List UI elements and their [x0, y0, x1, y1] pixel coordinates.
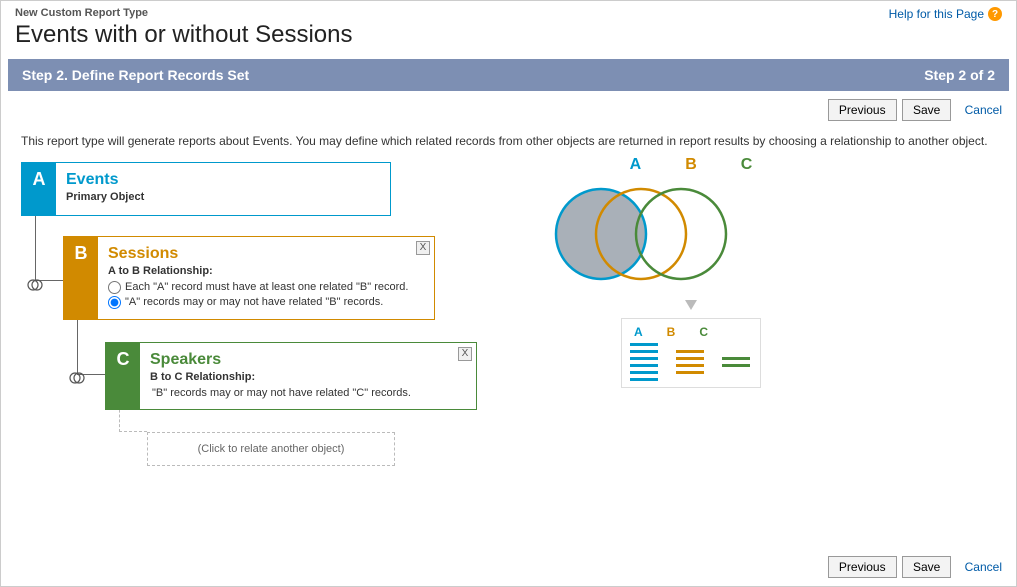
step-title: Step 2. Define Report Records Set [22, 67, 249, 83]
result-box: A B C [621, 318, 761, 388]
page-title: Events with or without Sessions [15, 21, 1002, 49]
box-b-sub: A to B Relationship: [108, 265, 424, 277]
box-c-title: Speakers [150, 351, 466, 369]
radio-b-each[interactable] [108, 281, 121, 294]
venn-label-b: B [685, 156, 697, 174]
object-box-c: C Speakers B to C Relationship: "B" reco… [105, 342, 477, 410]
venn-svg [541, 174, 741, 294]
help-link[interactable]: Help for this Page ? [889, 7, 1002, 21]
result-head-b: B [667, 325, 676, 339]
save-button-bottom[interactable]: Save [902, 556, 951, 578]
box-a-title: Events [66, 171, 380, 189]
venn-label-a: A [630, 156, 642, 174]
result-head-a: A [634, 325, 643, 339]
venn-label-c: C [741, 156, 753, 174]
intro-text: This report type will generate reports a… [1, 129, 1016, 162]
box-b-title: Sessions [108, 245, 424, 263]
help-icon: ? [988, 7, 1002, 21]
box-b-label: B [64, 237, 98, 319]
breadcrumb: New Custom Report Type [15, 7, 1002, 19]
close-box-b[interactable]: X [416, 241, 430, 255]
object-box-b: B Sessions A to B Relationship: Each "A"… [63, 236, 435, 320]
cancel-link-bottom[interactable]: Cancel [965, 560, 1002, 574]
b-option-each-text: Each "A" record must have at least one r… [125, 281, 408, 293]
close-box-c[interactable]: X [458, 347, 472, 361]
venn-diagram: A B C A B C [541, 162, 841, 466]
b-option-each[interactable]: Each "A" record must have at least one r… [108, 281, 424, 294]
box-a-label: A [22, 163, 56, 215]
radio-b-may[interactable] [108, 296, 121, 309]
add-object-box[interactable]: (Click to relate another object) [147, 432, 395, 466]
box-c-desc-text: "B" records may or may not have related … [152, 387, 411, 399]
step-bar: Step 2. Define Report Records Set Step 2… [8, 59, 1009, 91]
cancel-link[interactable]: Cancel [965, 103, 1002, 117]
box-c-label: C [106, 343, 140, 409]
b-option-may-text: "A" records may or may not have related … [125, 296, 383, 308]
relationship-icon-bc [69, 370, 85, 386]
b-option-mayormaynot[interactable]: "A" records may or may not have related … [108, 296, 424, 309]
arrow-down-icon [685, 300, 697, 310]
object-tree: A Events Primary Object B Sessions A to … [21, 162, 501, 466]
box-c-sub: B to C Relationship: [150, 371, 466, 383]
previous-button-bottom[interactable]: Previous [828, 556, 897, 578]
result-head-c: C [699, 325, 708, 339]
box-a-sub: Primary Object [66, 191, 380, 203]
box-c-desc: "B" records may or may not have related … [152, 387, 466, 399]
help-text: Help for this Page [889, 7, 984, 21]
object-box-a: A Events Primary Object [21, 162, 391, 216]
save-button[interactable]: Save [902, 99, 951, 121]
step-count: Step 2 of 2 [924, 67, 995, 83]
relationship-icon-ab [27, 277, 43, 293]
previous-button[interactable]: Previous [828, 99, 897, 121]
